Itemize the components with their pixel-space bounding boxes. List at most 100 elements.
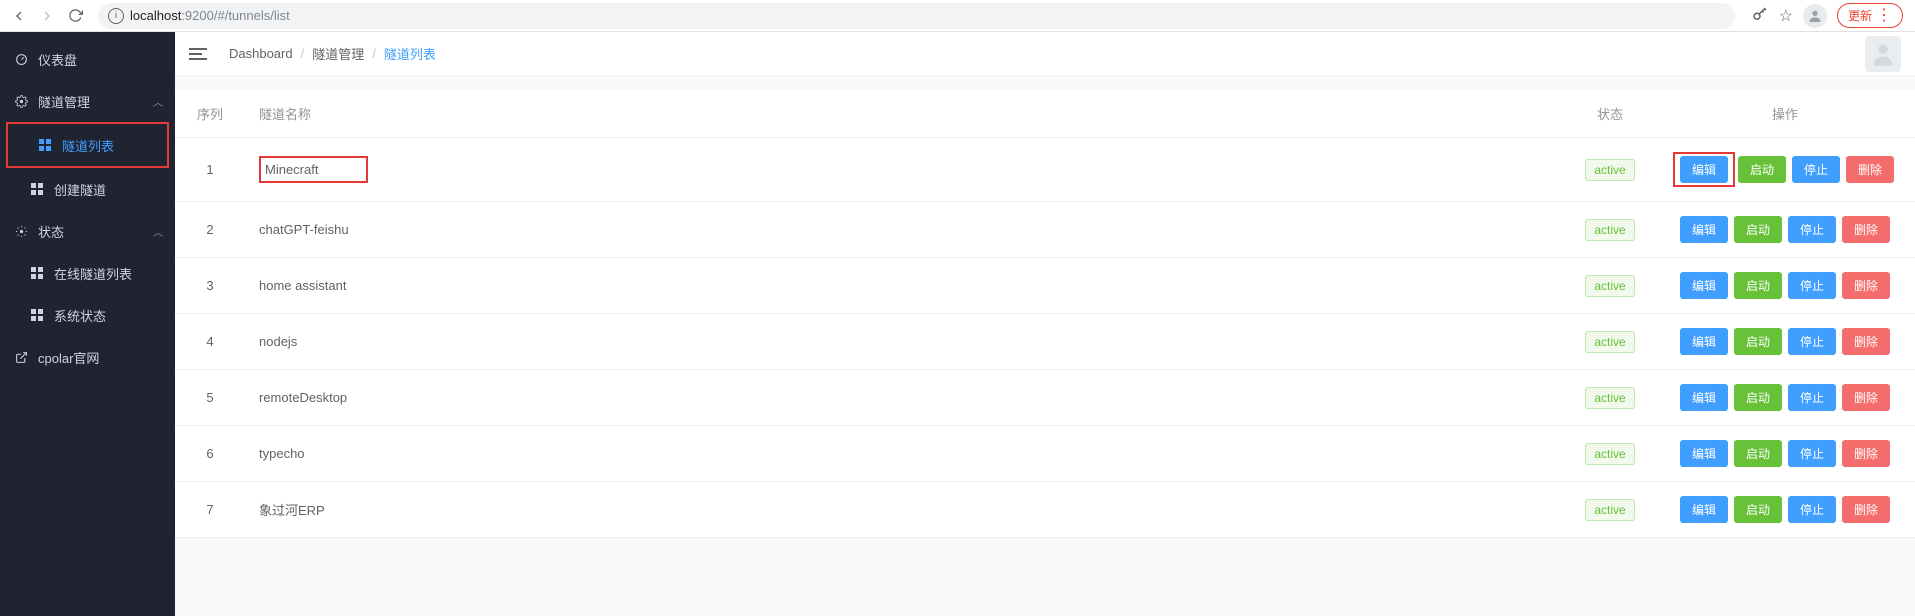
start-button[interactable]: 启动 — [1734, 384, 1782, 411]
cell-ops: 编辑启动停止删除 — [1655, 258, 1915, 314]
nav-back-button[interactable] — [8, 5, 30, 27]
delete-button[interactable]: 删除 — [1842, 496, 1890, 523]
sidebar: 仪表盘 隧道管理 ︿ 隧道列表 创建隧道 — [0, 32, 175, 616]
status-badge: active — [1585, 499, 1634, 521]
sidebar-item-create-tunnel[interactable]: 创建隧道 — [0, 168, 175, 210]
tunnel-table: 序列 隧道名称 状态 操作 1Minecraftactive编辑启动停止删除2c… — [175, 90, 1915, 538]
grid-icon — [30, 183, 44, 195]
cell-ops: 编辑启动停止删除 — [1655, 314, 1915, 370]
th-index: 序列 — [175, 90, 245, 138]
stop-button[interactable]: 停止 — [1788, 384, 1836, 411]
cell-index: 6 — [175, 426, 245, 482]
status-badge: active — [1585, 275, 1634, 297]
cell-index: 3 — [175, 258, 245, 314]
cell-name: home assistant — [245, 258, 1565, 314]
edit-button[interactable]: 编辑 — [1680, 328, 1728, 355]
sidebar-item-tunnel-list[interactable]: 隧道列表 — [8, 124, 167, 166]
sidebar-item-label: 系统状态 — [54, 306, 106, 325]
stop-button[interactable]: 停止 — [1788, 272, 1836, 299]
sidebar-item-status[interactable]: 状态 ︿ — [0, 210, 175, 252]
stop-button[interactable]: 停止 — [1788, 440, 1836, 467]
delete-button[interactable]: 删除 — [1842, 384, 1890, 411]
nav-reload-button[interactable] — [64, 5, 86, 27]
sidebar-item-cpolar-site[interactable]: cpolar官网 — [0, 336, 175, 378]
start-button[interactable]: 启动 — [1738, 156, 1786, 183]
grid-icon — [30, 309, 44, 321]
status-badge: active — [1585, 443, 1634, 465]
table-row: 6typechoactive编辑启动停止删除 — [175, 426, 1915, 482]
address-bar[interactable]: i localhost:9200/#/tunnels/list — [98, 3, 1735, 29]
delete-button[interactable]: 删除 — [1842, 440, 1890, 467]
delete-button[interactable]: 删除 — [1846, 156, 1894, 183]
cell-ops: 编辑启动停止删除 — [1655, 138, 1915, 202]
sidebar-item-system-status[interactable]: 系统状态 — [0, 294, 175, 336]
grid-icon — [30, 267, 44, 279]
delete-button[interactable]: 删除 — [1842, 272, 1890, 299]
breadcrumb-sep: / — [372, 46, 376, 61]
cell-status: active — [1565, 426, 1655, 482]
cell-index: 7 — [175, 482, 245, 538]
cell-status: active — [1565, 258, 1655, 314]
edit-button[interactable]: 编辑 — [1680, 440, 1728, 467]
url-text: localhost:9200/#/tunnels/list — [130, 8, 290, 23]
browser-toolbar: i localhost:9200/#/tunnels/list ☆ 更新 ⋮ — [0, 0, 1915, 32]
cell-status: active — [1565, 370, 1655, 426]
edit-button[interactable]: 编辑 — [1680, 384, 1728, 411]
sidebar-item-tunnel-manage[interactable]: 隧道管理 ︿ — [0, 80, 175, 122]
gear-icon — [14, 225, 28, 238]
delete-button[interactable]: 删除 — [1842, 328, 1890, 355]
stop-button[interactable]: 停止 — [1788, 216, 1836, 243]
user-avatar[interactable] — [1865, 36, 1901, 72]
profile-avatar-button[interactable] — [1803, 4, 1827, 28]
sidebar-item-label: cpolar官网 — [38, 348, 99, 367]
start-button[interactable]: 启动 — [1734, 216, 1782, 243]
breadcrumb-root[interactable]: Dashboard — [229, 46, 293, 61]
cell-ops: 编辑启动停止删除 — [1655, 426, 1915, 482]
key-icon[interactable] — [1751, 5, 1769, 26]
sidebar-item-label: 在线隧道列表 — [54, 264, 132, 283]
cell-name: 象过河ERP — [245, 482, 1565, 538]
stop-button[interactable]: 停止 — [1792, 156, 1840, 183]
sidebar-item-online-tunnels[interactable]: 在线隧道列表 — [0, 252, 175, 294]
edit-button[interactable]: 编辑 — [1680, 272, 1728, 299]
cell-name: nodejs — [245, 314, 1565, 370]
edit-button[interactable]: 编辑 — [1680, 156, 1728, 183]
topbar: Dashboard / 隧道管理 / 隧道列表 — [175, 32, 1915, 76]
site-info-icon[interactable]: i — [108, 8, 124, 24]
table-row: 5remoteDesktopactive编辑启动停止删除 — [175, 370, 1915, 426]
cell-status: active — [1565, 314, 1655, 370]
edit-button[interactable]: 编辑 — [1680, 216, 1728, 243]
cell-ops: 编辑启动停止删除 — [1655, 370, 1915, 426]
update-label: 更新 — [1848, 7, 1872, 24]
cell-status: active — [1565, 138, 1655, 202]
browser-update-button[interactable]: 更新 ⋮ — [1837, 3, 1903, 28]
main-panel: Dashboard / 隧道管理 / 隧道列表 序列 隧道名称 状态 — [175, 32, 1915, 616]
grid-icon — [38, 139, 52, 151]
sidebar-item-dashboard[interactable]: 仪表盘 — [0, 38, 175, 80]
sidebar-toggle-button[interactable] — [189, 48, 207, 60]
cell-status: active — [1565, 482, 1655, 538]
highlighted-edit: 编辑 — [1673, 152, 1735, 187]
nav-forward-button[interactable] — [36, 5, 58, 27]
start-button[interactable]: 启动 — [1734, 328, 1782, 355]
sidebar-item-label: 仪表盘 — [38, 50, 77, 69]
cell-index: 5 — [175, 370, 245, 426]
edit-button[interactable]: 编辑 — [1680, 496, 1728, 523]
delete-button[interactable]: 删除 — [1842, 216, 1890, 243]
stop-button[interactable]: 停止 — [1788, 496, 1836, 523]
breadcrumb-leaf: 隧道列表 — [384, 44, 436, 63]
start-button[interactable]: 启动 — [1734, 272, 1782, 299]
chevron-up-icon: ︿ — [153, 224, 163, 239]
tunnel-table-card: 序列 隧道名称 状态 操作 1Minecraftactive编辑启动停止删除2c… — [175, 90, 1915, 538]
gear-icon — [14, 95, 28, 108]
th-ops: 操作 — [1655, 90, 1915, 138]
start-button[interactable]: 启动 — [1734, 440, 1782, 467]
chevron-up-icon: ︿ — [153, 94, 163, 109]
status-badge: active — [1585, 159, 1634, 181]
sidebar-item-label: 状态 — [38, 222, 64, 241]
bookmark-star-icon[interactable]: ☆ — [1779, 6, 1793, 26]
cell-name: chatGPT-feishu — [245, 202, 1565, 258]
start-button[interactable]: 启动 — [1734, 496, 1782, 523]
stop-button[interactable]: 停止 — [1788, 328, 1836, 355]
breadcrumb-mid[interactable]: 隧道管理 — [312, 44, 364, 63]
